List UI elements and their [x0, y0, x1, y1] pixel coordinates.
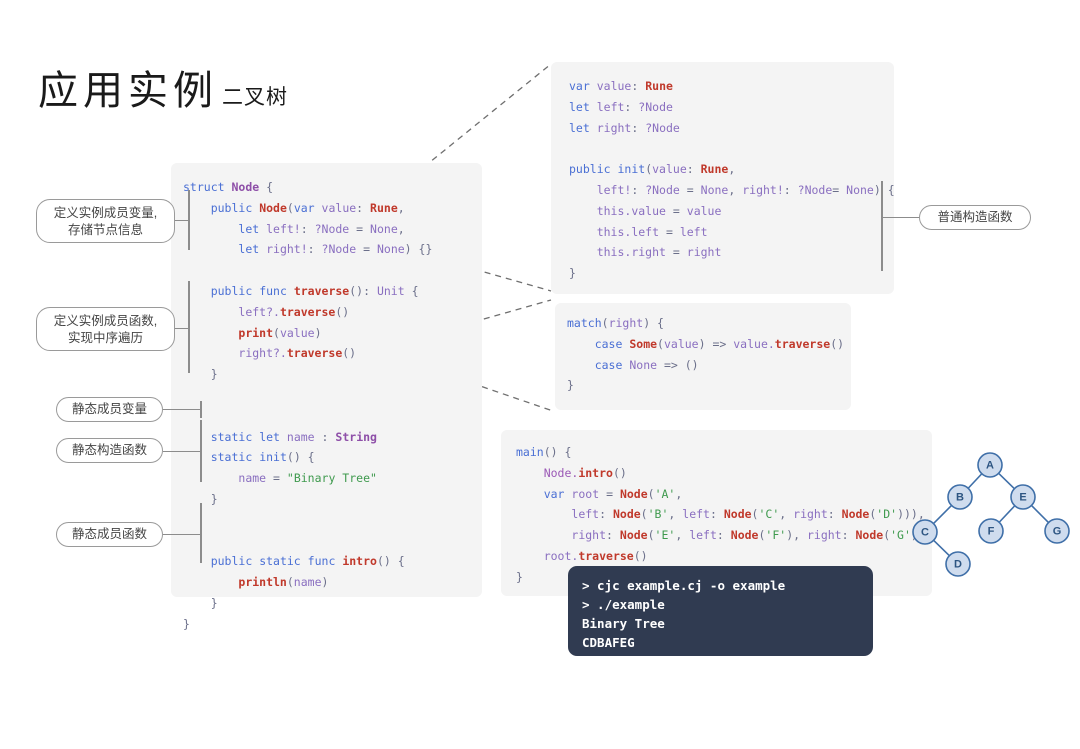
- bracket-static-func: [200, 503, 202, 563]
- tree-node-b: B: [947, 484, 973, 510]
- code-line: public static func intro() {: [210, 554, 405, 569]
- code-block-init: var value: Rune let left: ?Node let righ…: [551, 62, 895, 294]
- tree-node-label: B: [956, 492, 964, 504]
- code-line: let right!: ?Node = None) {}: [238, 242, 433, 257]
- callout-instance-vars: 定义实例成员变量, 存储节点信息: [36, 199, 175, 243]
- tree-edge: [933, 539, 950, 557]
- code-line: let right: ?Node: [569, 120, 680, 135]
- code-line: case Some(value) => value.traverse(): [594, 336, 845, 351]
- code-line: }: [567, 378, 574, 393]
- connector-instance-funcs: [174, 328, 189, 330]
- tree-edge: [998, 505, 1016, 523]
- connector-instance-vars: [174, 220, 189, 222]
- code-line: right?.traverse(): [238, 346, 357, 361]
- code-line: }: [183, 616, 190, 631]
- tree-node-label: C: [921, 527, 929, 539]
- tree-node-a: A: [977, 452, 1003, 478]
- code-line: case None => (): [594, 357, 699, 372]
- bracket-instance-funcs: [188, 281, 190, 373]
- terminal-line: Binary Tree: [582, 616, 665, 631]
- page-title-sub: 二叉树: [222, 85, 288, 109]
- page-title-main: 应用实例: [38, 68, 218, 113]
- code-line: print(value): [238, 325, 322, 340]
- binary-tree-diagram: A B E C F G D: [912, 452, 1070, 577]
- tree-node-g: G: [1044, 518, 1070, 544]
- code-line: public init(value: Rune,: [569, 162, 736, 177]
- code-line: this.value = value: [596, 203, 722, 218]
- code-line: var value: Rune: [569, 79, 673, 93]
- slide-canvas: 应用实例 二叉树 struct Node { public Node(var v…: [0, 0, 1080, 749]
- code-line: root.traverse(): [543, 548, 648, 563]
- code-line: }: [569, 266, 576, 281]
- tree-nodes: A B E C F G D: [912, 452, 1070, 577]
- terminal-line: > cjc example.cj -o example: [582, 578, 786, 593]
- code-line: name = "Binary Tree": [238, 471, 377, 486]
- tree-edge: [967, 473, 983, 489]
- tree-edge: [998, 472, 1015, 490]
- code-line: static let name : String: [210, 429, 377, 444]
- terminal-output: > cjc example.cj -o example > ./example …: [568, 566, 873, 656]
- bracket-normal-init: [881, 181, 883, 271]
- tree-node-f: F: [978, 518, 1004, 544]
- code-line: var root = Node('A',: [543, 486, 683, 501]
- callout-static-var: 静态成员变量: [56, 397, 163, 422]
- tree-node-label: D: [954, 559, 962, 571]
- connector-static-var: [163, 409, 201, 411]
- code-line: main() {: [516, 445, 572, 459]
- code-line: Node.intro(): [543, 465, 627, 480]
- code-line: struct Node {: [183, 180, 274, 194]
- terminal-line: CDBAFEG: [582, 635, 635, 650]
- code-line: let left: ?Node: [569, 99, 673, 114]
- callout-static-func: 静态成员函数: [56, 522, 163, 547]
- code-line: let left!: ?Node = None,: [238, 221, 405, 236]
- code-line: static init() {: [210, 450, 315, 465]
- connector-static-init: [163, 451, 201, 453]
- callout-static-init: 静态构造函数: [56, 438, 163, 463]
- callout-normal-init: 普通构造函数: [919, 205, 1031, 230]
- code-line: left?.traverse(): [238, 304, 350, 319]
- code-line: left: Node('B', left: Node('C', right: N…: [571, 507, 925, 522]
- callout-instance-funcs: 定义实例成员函数, 实现中序遍历: [36, 307, 175, 351]
- tree-node-c: C: [912, 519, 938, 545]
- code-line: match(right) {: [567, 316, 664, 330]
- tree-node-e: E: [1010, 484, 1036, 510]
- code-line: right: Node('E', left: Node('F'), right:…: [571, 528, 931, 543]
- code-line: println(name): [238, 575, 329, 590]
- tree-node-d: D: [945, 551, 971, 577]
- tree-edge: [1030, 504, 1050, 524]
- tree-node-label: E: [1019, 492, 1026, 504]
- code-block-match: match(right) { case Some(value) => value…: [555, 303, 851, 410]
- code-line: }: [210, 595, 218, 610]
- terminal-line: > ./example: [582, 597, 665, 612]
- page-title: 应用实例 二叉树: [38, 58, 288, 116]
- code-line: left!: ?Node = None, right!: ?Node= None…: [596, 182, 895, 197]
- connector-normal-init: [882, 217, 920, 219]
- code-line: }: [516, 569, 523, 584]
- tree-node-label: A: [986, 460, 994, 472]
- code-line: public Node(var value: Rune,: [210, 200, 405, 215]
- tree-node-label: G: [1053, 526, 1062, 538]
- code-block-struct-node: struct Node { public Node(var value: Run…: [171, 163, 482, 631]
- code-line: this.left = left: [596, 224, 708, 239]
- code-line: this.right = right: [596, 245, 722, 260]
- code-line: public func traverse(): Unit {: [210, 283, 419, 298]
- tree-node-label: F: [988, 526, 995, 538]
- connector-static-func: [163, 534, 201, 536]
- tree-edge: [932, 504, 953, 525]
